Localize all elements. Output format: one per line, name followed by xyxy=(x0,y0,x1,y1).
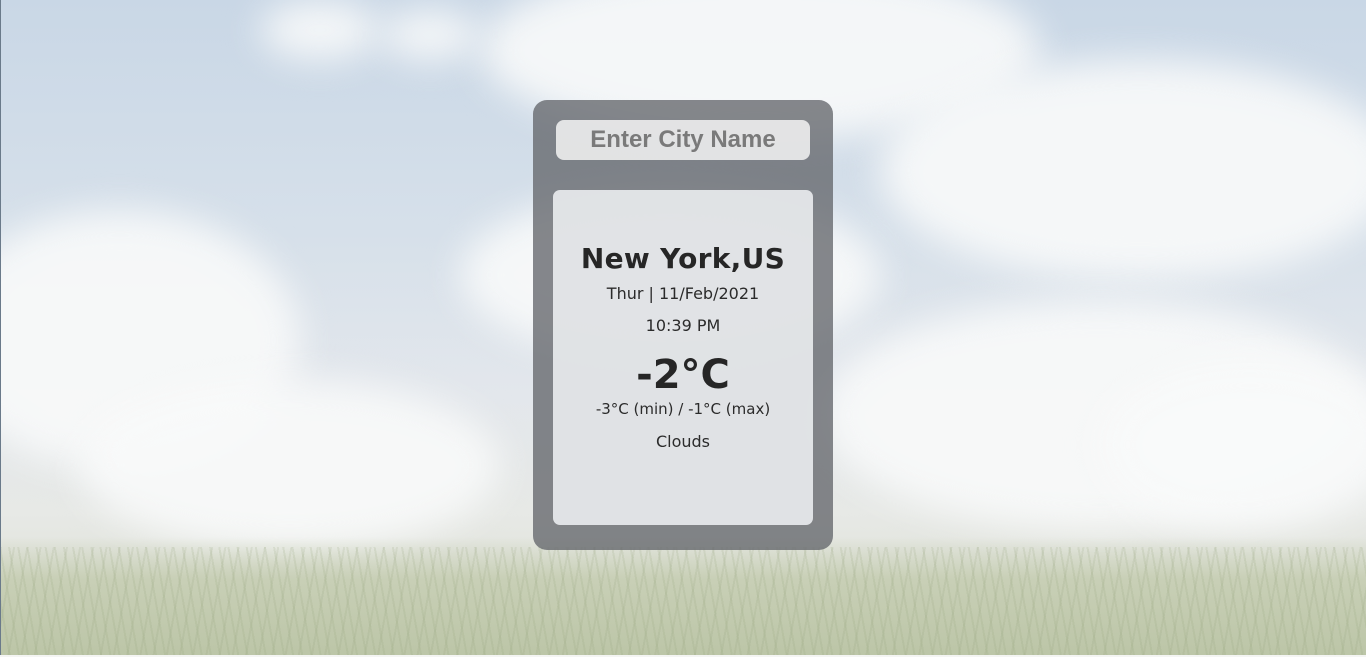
current-date: Thur | 11/Feb/2021 xyxy=(606,284,760,303)
weather-card: New York,US Thur | 11/Feb/2021 10:39 PM … xyxy=(533,100,833,550)
min-max-temperature: -3°C (min) / -1°C (max) xyxy=(595,400,771,418)
weather-condition: Clouds xyxy=(655,432,711,451)
current-time: 10:39 PM xyxy=(645,316,721,335)
city-search-input[interactable] xyxy=(556,120,810,160)
location-name: New York,US xyxy=(580,242,786,275)
weather-info-panel: New York,US Thur | 11/Feb/2021 10:39 PM … xyxy=(553,190,813,525)
current-temperature: -2°C xyxy=(636,352,730,398)
window-edge xyxy=(0,0,1,657)
grass-texture xyxy=(0,547,1366,657)
app-page: New York,US Thur | 11/Feb/2021 10:39 PM … xyxy=(0,0,1366,657)
